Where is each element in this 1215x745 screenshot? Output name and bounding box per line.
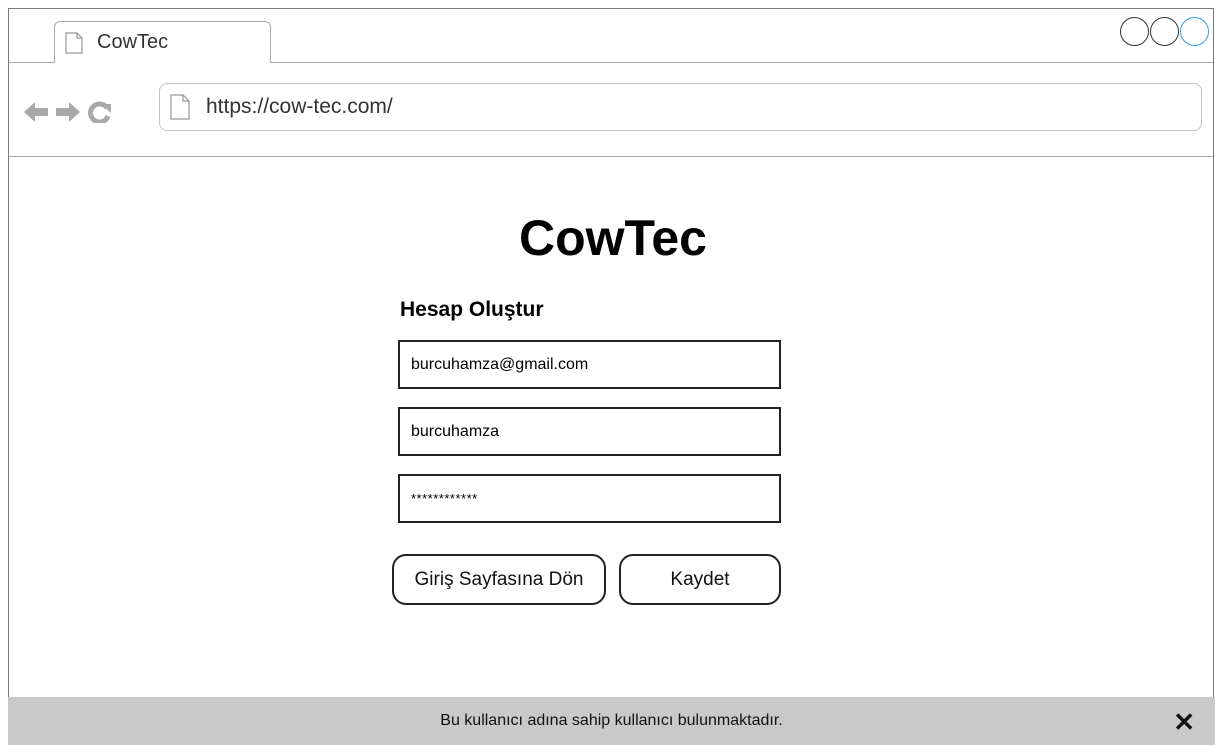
back-arrow-icon[interactable]	[23, 101, 49, 123]
reload-icon[interactable]	[87, 101, 113, 123]
navigation-bar: https://cow-tec.com/	[9, 63, 1213, 157]
url-text: https://cow-tec.com/	[206, 95, 393, 118]
address-bar[interactable]: https://cow-tec.com/	[159, 83, 1202, 131]
save-button[interactable]: Kaydet	[619, 554, 781, 605]
forward-arrow-icon[interactable]	[55, 101, 81, 123]
window-controls	[1119, 17, 1209, 46]
email-field[interactable]	[398, 340, 781, 389]
minimize-button[interactable]	[1120, 17, 1149, 46]
close-window-button[interactable]	[1180, 17, 1209, 46]
username-field[interactable]	[398, 407, 781, 456]
browser-window: CowTec https://cow-tec.com/ CowTec Hesap…	[8, 8, 1214, 745]
nav-buttons	[23, 101, 119, 123]
browser-tab[interactable]: CowTec	[54, 21, 271, 63]
tab-title: CowTec	[97, 31, 169, 53]
form-title: Hesap Oluştur	[400, 298, 544, 321]
page-content: CowTec Hesap Oluştur Giriş Sayfasına Dön…	[9, 157, 1213, 702]
back-to-login-button[interactable]: Giriş Sayfasına Dön	[392, 554, 606, 605]
page-icon	[170, 94, 190, 120]
maximize-button[interactable]	[1150, 17, 1179, 46]
tab-strip: CowTec	[9, 9, 1213, 63]
password-field[interactable]	[398, 474, 781, 523]
close-icon[interactable]: ✕	[1173, 709, 1195, 735]
document-icon	[65, 31, 83, 54]
notification-bar: Bu kullanıcı adına sahip kullanıcı bulun…	[8, 697, 1215, 745]
brand-title: CowTec	[519, 210, 707, 266]
notification-message: Bu kullanıcı adına sahip kullanıcı bulun…	[440, 712, 783, 729]
